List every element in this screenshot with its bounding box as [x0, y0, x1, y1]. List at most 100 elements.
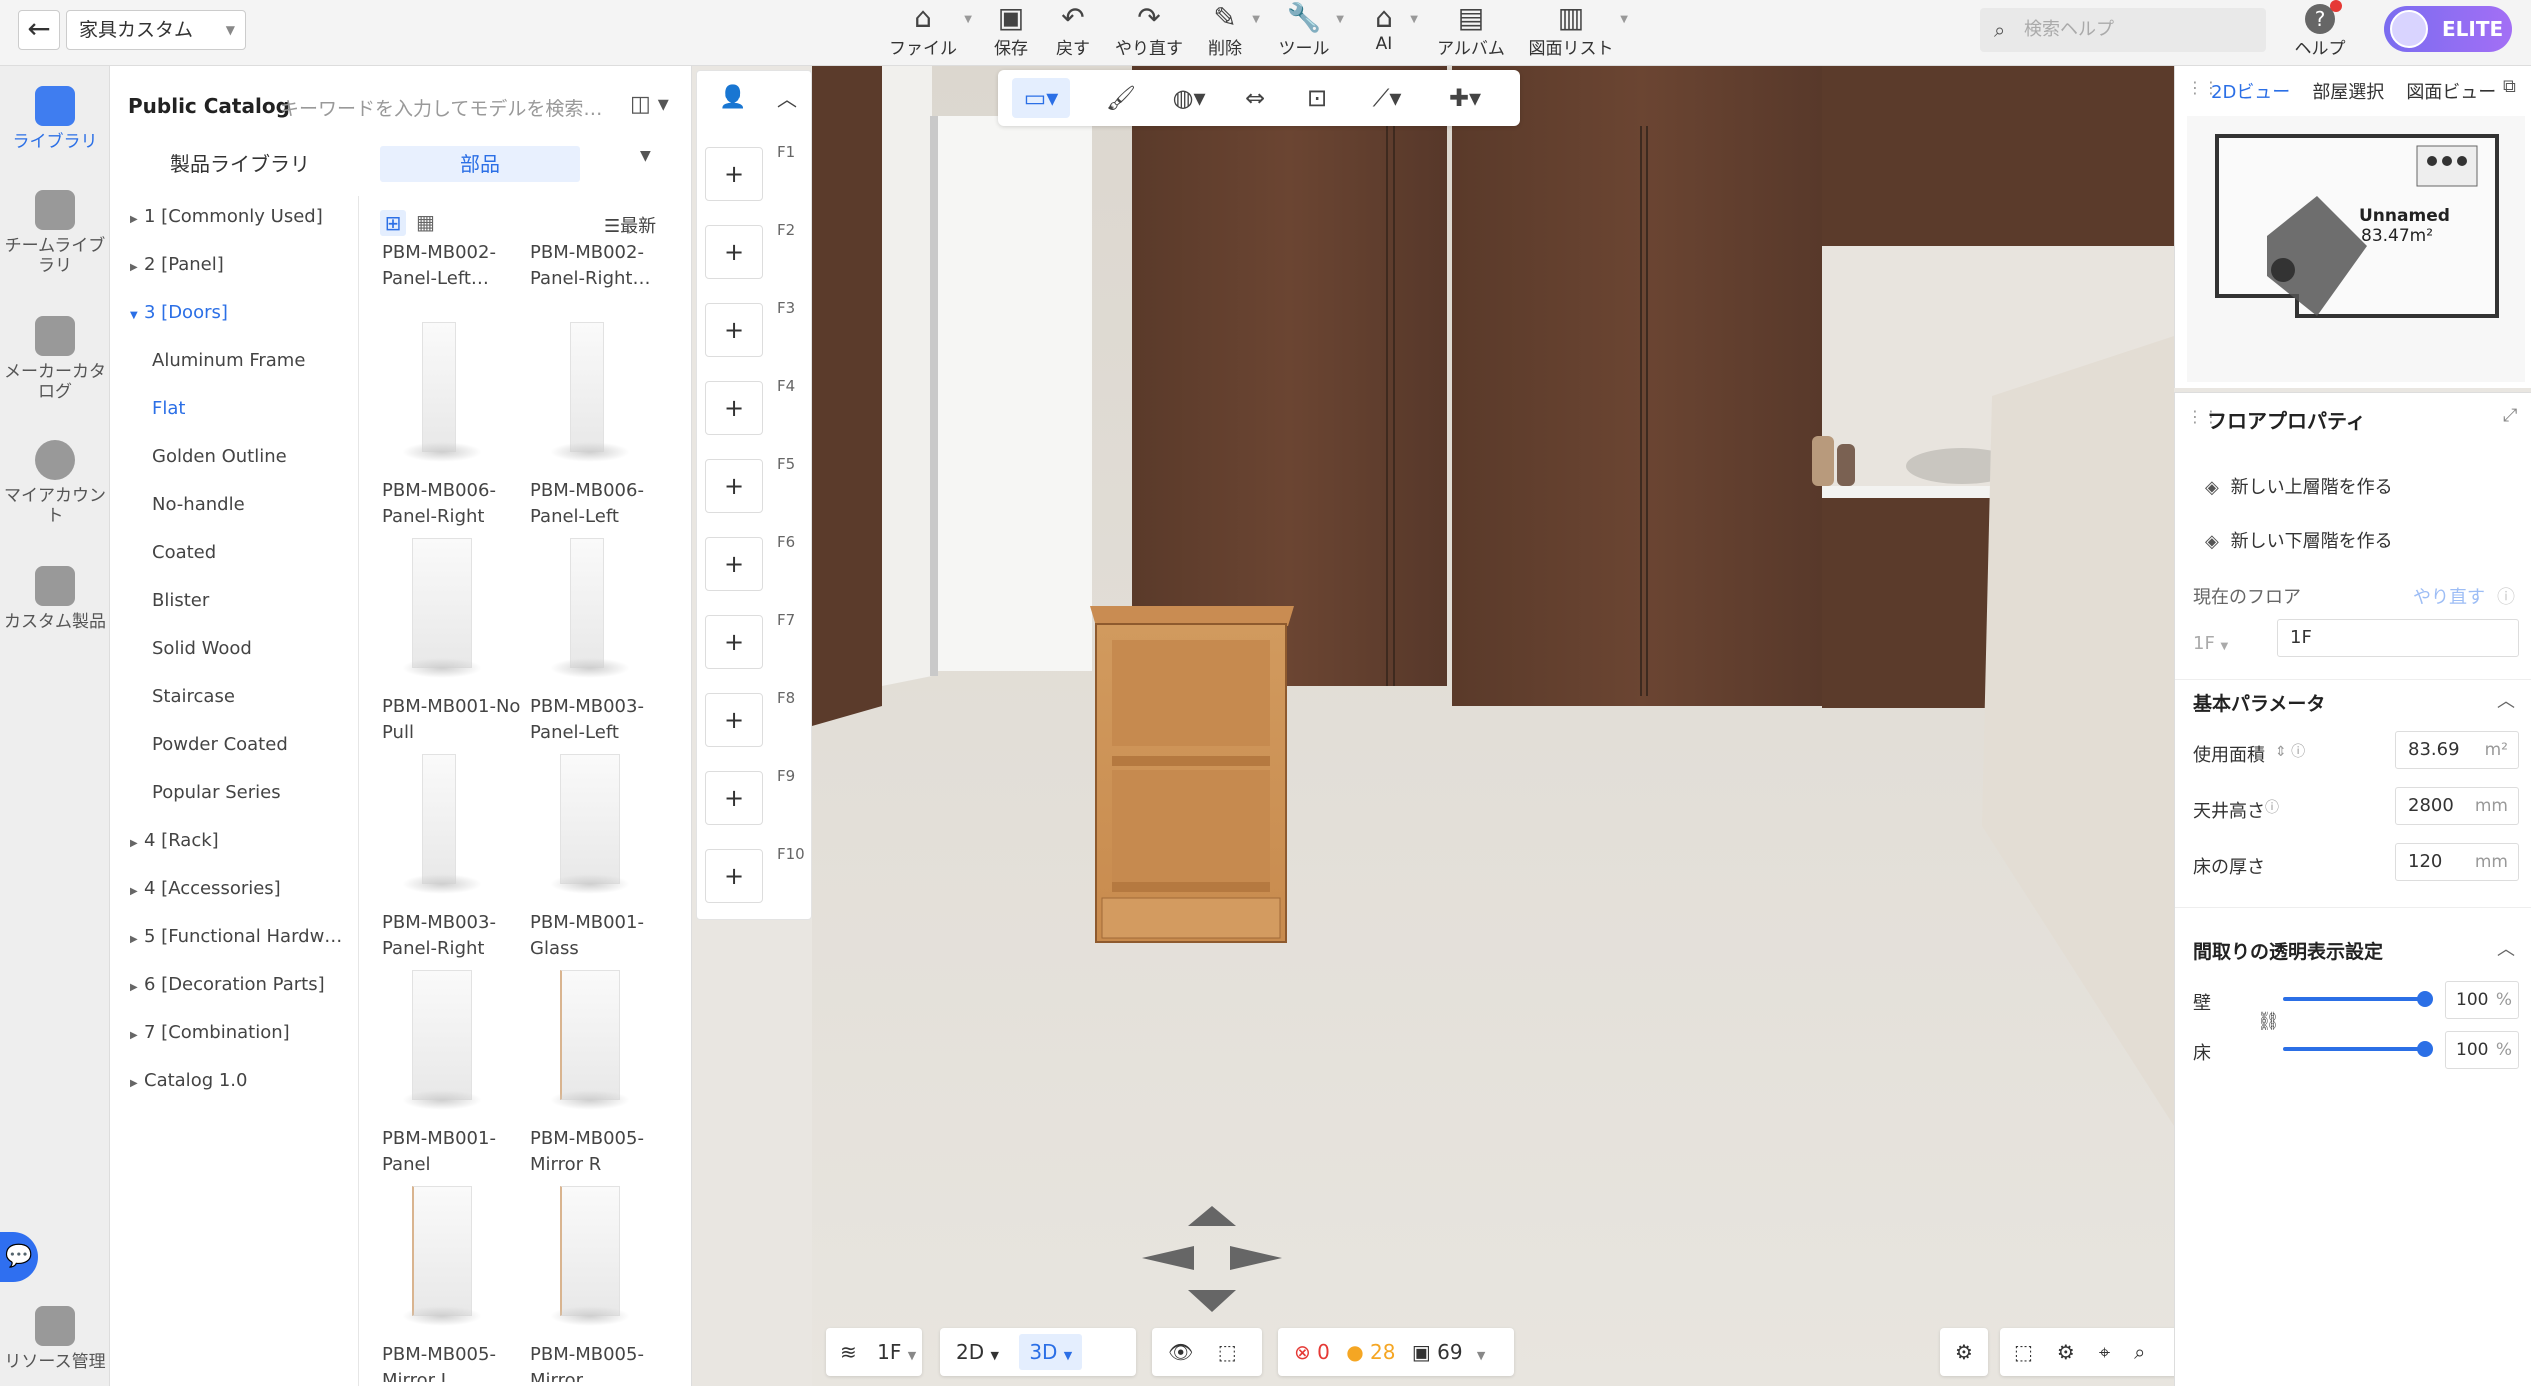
product-card[interactable]: PBM-MB001-Panel — [382, 950, 522, 1178]
add-floor-button[interactable]: + — [705, 849, 763, 903]
tab-parts[interactable]: 部品 — [380, 146, 580, 182]
arrow-right-icon[interactable] — [1230, 1246, 1282, 1270]
chevron-up-icon[interactable]: ︿ — [777, 83, 797, 112]
zoom-search-icon[interactable]: ⌕ — [2134, 1340, 2169, 1364]
sub-aluminum-frame[interactable]: Aluminum Frame — [152, 350, 305, 371]
product-card[interactable]: PBM-MB002-Panel-Right… — [530, 242, 670, 292]
chevron-up-icon[interactable]: ︿ — [2497, 935, 2515, 961]
new-lower-floor-button[interactable]: ◈ 新しい下層階を作る — [2205, 527, 2393, 553]
floor-select[interactable]: 1F ▼ — [2193, 625, 2253, 663]
nav-team-library[interactable]: チームライブラリ — [0, 190, 110, 276]
wall-opacity-input[interactable]: 100% — [2445, 981, 2519, 1019]
help-search-input[interactable]: ⌕ 検索ヘルプ — [1980, 8, 2266, 52]
add-floor-button[interactable]: + — [705, 693, 763, 747]
product-card[interactable]: PBM-MB001-Glass — [530, 734, 670, 962]
sub-no-handle[interactable]: No-handle — [152, 494, 245, 515]
product-card[interactable]: PBM-MB003-Panel-Right — [382, 734, 522, 962]
arrow-up-icon[interactable] — [1188, 1206, 1236, 1226]
product-card[interactable]: PBM-MB006-Panel-Left — [530, 302, 670, 530]
tab-product-library[interactable]: 製品ライブラリ — [140, 146, 340, 182]
product-card[interactable]: PBM-MB005-Mirror L — [382, 1166, 522, 1382]
add-floor-button[interactable]: + — [705, 225, 763, 279]
cube-icon[interactable]: ⬚ — [1218, 1340, 1237, 1364]
sub-coated[interactable]: Coated — [152, 542, 216, 563]
add-floor-button[interactable]: + — [705, 303, 763, 357]
menu-tools[interactable]: 🔧 ツール ▼ — [1278, 2, 1345, 64]
tab-room-select[interactable]: 部屋選択 — [2312, 82, 2384, 103]
help-button[interactable]: ? ヘルプ — [2285, 2, 2355, 64]
sub-popular-series[interactable]: Popular Series — [152, 782, 281, 803]
ceiling-height-input[interactable]: 2800 mm — [2395, 787, 2519, 825]
tree-item-commonly-used[interactable]: ▶ 1 [Commonly Used] — [130, 206, 323, 227]
arrow-down-icon[interactable] — [1188, 1290, 1236, 1312]
add-floor-button[interactable]: + — [705, 771, 763, 825]
menu-redo[interactable]: ↷ やり直す — [1114, 2, 1184, 64]
tree-item-combination[interactable]: ▶ 7 [Combination] — [130, 1022, 290, 1043]
tab-drawing-view[interactable]: 図面ビュー — [2406, 82, 2496, 103]
expand-icon[interactable]: ⤢ — [2503, 405, 2517, 426]
product-card[interactable]: PBM-MB002-Panel-Left… — [382, 242, 522, 292]
menu-save[interactable]: ▣ 保存 — [990, 2, 1032, 64]
sub-powder-coated[interactable]: Powder Coated — [152, 734, 288, 755]
material-icon[interactable]: ◍▾ — [1158, 78, 1220, 118]
product-card[interactable]: PBM-MB001-No Pull — [382, 518, 522, 746]
fit-icon[interactable]: ⊡ — [1294, 78, 1340, 118]
floor-slider-knob[interactable] — [2417, 1041, 2433, 1057]
sub-golden-outline[interactable]: Golden Outline — [152, 446, 287, 467]
user-icon[interactable]: 👤 — [719, 85, 746, 110]
menu-album[interactable]: ▤ アルバム — [1436, 2, 1506, 64]
tree-item-accessories[interactable]: ▶ 4 [Accessories] — [130, 878, 281, 899]
mirror-icon[interactable]: ⇔ — [1232, 78, 1278, 118]
toggle-panel-icon[interactable]: ⚙ — [1940, 1328, 1988, 1376]
tree-item-rack[interactable]: ▶ 4 [Rack] — [130, 830, 219, 851]
avatar[interactable] — [2390, 10, 2428, 48]
menu-ai[interactable]: ⌂ AI ▼ — [1364, 2, 1418, 64]
3d-viewport[interactable]: ▭▾ 🖌 ◍▾ ⇔ ⊡ ⟋▾ ✚▾ ≋ 1F ▼ 2D ▼ 3D ▼ 👁 ⬚ ⊗… — [812, 66, 2174, 1386]
grid-view-icon[interactable]: ⊞ — [380, 210, 406, 236]
tree-item-decoration-parts[interactable]: ▶ 6 [Decoration Parts] — [130, 974, 325, 995]
area-input[interactable]: 83.69 m² — [2395, 731, 2519, 769]
menu-file[interactable]: ⌂ ファイル ▼ — [888, 2, 972, 64]
menu-delete[interactable]: ✎ 削除 ▼ — [1204, 2, 1260, 64]
tree-item-panel[interactable]: ▶ 2 [Panel] — [130, 254, 224, 275]
new-upper-floor-button[interactable]: ◈ 新しい上層階を作る — [2205, 473, 2393, 499]
tab-2d-view[interactable]: 2Dビュー — [2211, 82, 2290, 103]
add-floor-button[interactable]: + — [705, 537, 763, 591]
product-card[interactable]: PBM-MB003-Panel-Left — [530, 518, 670, 746]
tree-item-doors[interactable]: ▼ 3 [Doors] — [130, 302, 228, 323]
project-select[interactable]: 家具カスタム ▼ — [66, 10, 246, 50]
nav-custom-products[interactable]: カスタム製品 — [0, 566, 110, 632]
mode-3d-button[interactable]: 3D ▼ — [1019, 1334, 1083, 1370]
focus-icon[interactable]: ⌖ — [2099, 1340, 2134, 1364]
floor-thickness-input[interactable]: 120 mm — [2395, 843, 2519, 881]
floor-opacity-slider[interactable] — [2283, 1047, 2423, 1051]
catalog-search-input[interactable]: キーワードを入力してモデルを検索… — [280, 94, 602, 121]
add-floor-button[interactable]: + — [705, 147, 763, 201]
sub-flat[interactable]: Flat — [152, 398, 185, 419]
add-floor-button[interactable]: + — [705, 381, 763, 435]
eye-icon[interactable]: 👁 — [1168, 1340, 1193, 1364]
wall-opacity-slider[interactable] — [2283, 997, 2423, 1001]
mode-2d-button[interactable]: 2D ▼ — [956, 1340, 999, 1364]
nav-library[interactable]: ライブラリ — [0, 86, 110, 152]
sub-solid-wood[interactable]: Solid Wood — [152, 638, 252, 659]
plugin-icon[interactable]: ✚▾ — [1434, 78, 1496, 118]
floor-name-input[interactable]: 1F — [2277, 619, 2519, 657]
nav-maker-catalog[interactable]: メーカーカタログ — [0, 316, 110, 402]
product-card[interactable]: PBM-MB006-Panel-Right — [382, 302, 522, 530]
nav-my-account[interactable]: マイアカウント — [0, 440, 110, 526]
product-card[interactable]: PBM-MB005-Mirror R — [530, 950, 670, 1178]
minimap-canvas[interactable]: Unnamed 83.47m² — [2187, 116, 2525, 382]
menu-undo[interactable]: ↶ 戻す — [1052, 2, 1094, 64]
large-grid-view-icon[interactable]: ▦ — [416, 210, 435, 234]
sub-staircase[interactable]: Staircase — [152, 686, 235, 707]
add-floor-button[interactable]: + — [705, 615, 763, 669]
redo-link[interactable]: やり直す — [2413, 583, 2485, 609]
tree-item-functional-hardware[interactable]: ▶ 5 [Functional Hardw… — [130, 926, 342, 947]
menu-drawing-list[interactable]: ▥ 図面リスト ▼ — [1528, 2, 1629, 64]
camera-settings-icon[interactable]: ⚙ — [2057, 1340, 2099, 1364]
select-mode-icon[interactable]: ▭▾ — [1012, 78, 1070, 118]
format-painter-icon[interactable]: 🖌 — [1098, 78, 1144, 118]
nav-resource-management[interactable]: リソース管理 — [0, 1306, 110, 1372]
sort-latest-button[interactable]: ☰最新 — [604, 212, 656, 238]
